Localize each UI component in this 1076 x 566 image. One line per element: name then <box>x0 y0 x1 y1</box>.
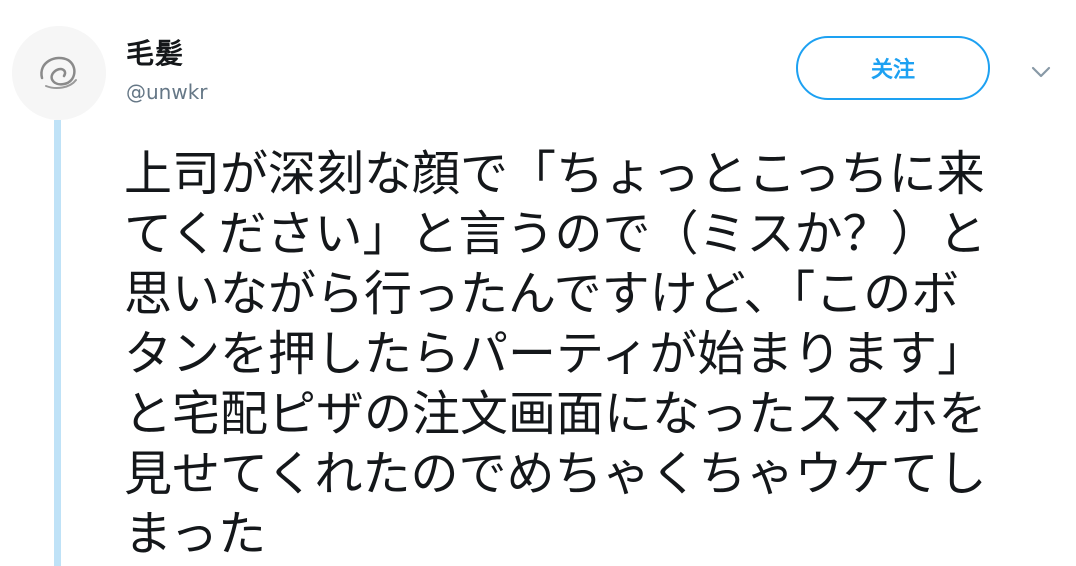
avatar[interactable] <box>12 26 106 120</box>
tweet-text-line: と宅配ピザの注文画面になったスマホを <box>124 386 987 442</box>
follow-button[interactable]: 关注 <box>796 36 990 100</box>
tweet-text-line: タンを押したらパーティが始まります」 <box>124 326 986 382</box>
tweet-text-line: 思いながら行ったんですけど、「このボ <box>124 266 960 322</box>
display-name[interactable]: 毛髪 <box>126 32 184 72</box>
user-handle[interactable]: @unwkr <box>126 80 208 104</box>
tweet-card: 毛髪 @unwkr 关注 上司が深刻な顔で「ちょっとこっちに来 てください」と言… <box>0 0 1076 566</box>
tweet-text-line: てください」と言うので（ミスか？）と <box>124 206 987 262</box>
avatar-scribble-icon <box>12 26 106 120</box>
tweet-text-line: 見せてくれたのでめちゃくちゃウケてし <box>124 446 987 502</box>
chevron-down-icon[interactable] <box>1026 60 1056 84</box>
tweet-text: 上司が深刻な顔で「ちょっとこっちに来 てください」と言うので（ミスか？）と 思い… <box>124 144 1054 564</box>
thread-line <box>54 120 61 566</box>
tweet-text-line: まった <box>124 506 267 562</box>
tweet-text-line: 上司が深刻な顔で「ちょっとこっちに来 <box>124 146 985 202</box>
